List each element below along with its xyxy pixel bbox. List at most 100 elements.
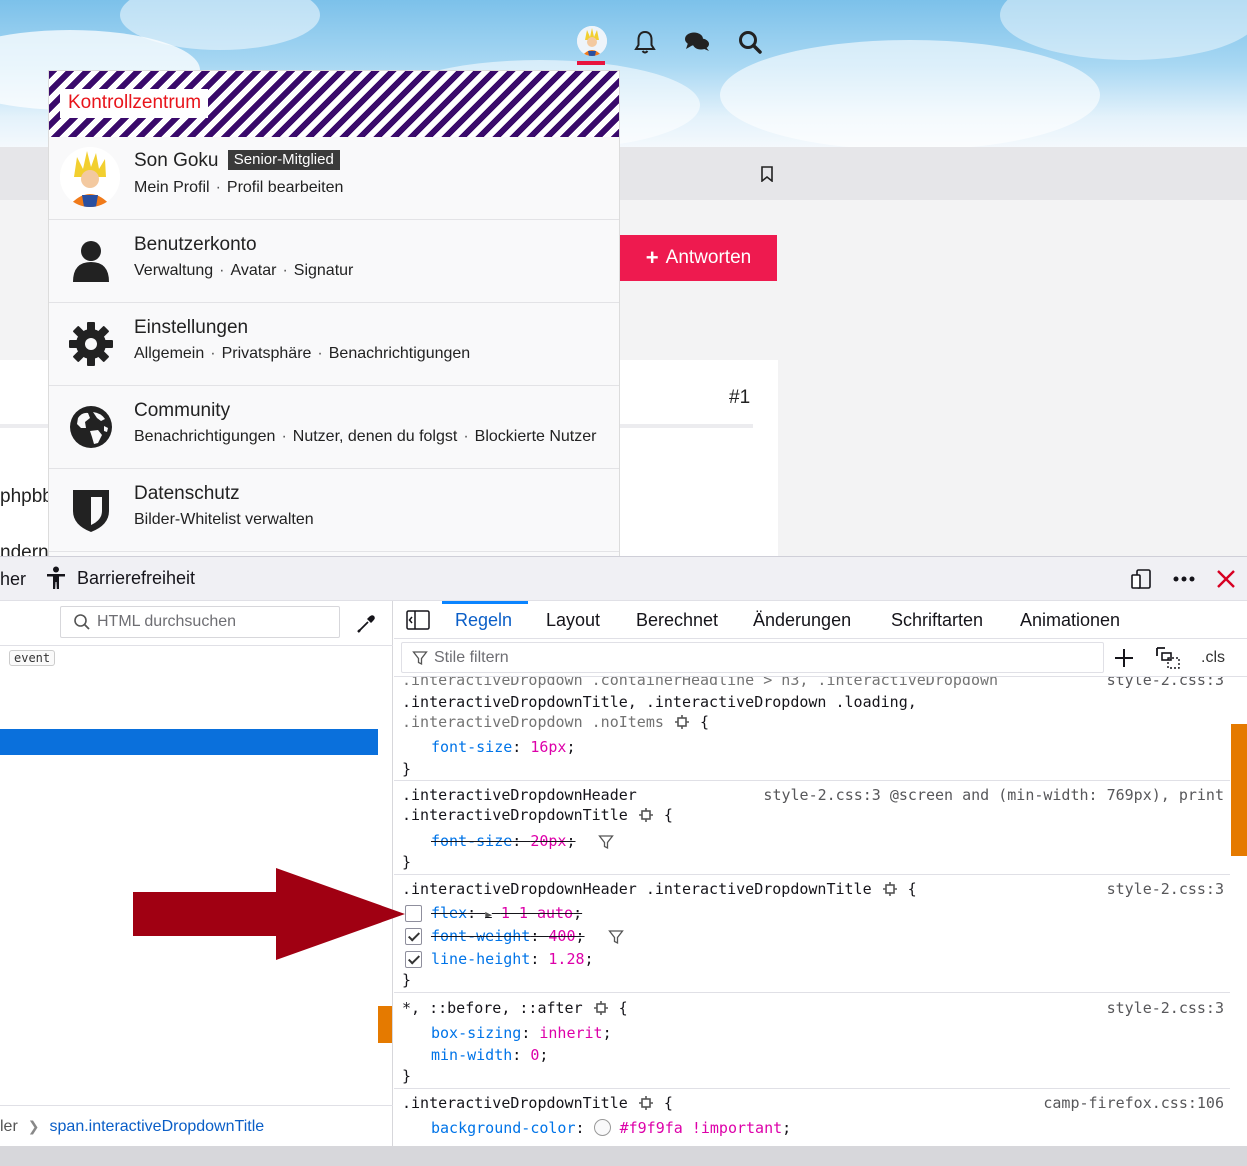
close-icon[interactable] (1215, 568, 1237, 590)
dropdown-item-title[interactable]: Einstellungen (134, 317, 248, 339)
property-value[interactable]: inherit (539, 1024, 602, 1042)
property-value[interactable]: 400 (548, 927, 575, 945)
node-highlight-icon[interactable] (593, 1001, 608, 1015)
post-number[interactable]: #1 (729, 387, 750, 409)
filter-icon[interactable] (608, 929, 624, 945)
tab-fonts[interactable]: Schriftarten (891, 610, 983, 631)
html-search-input[interactable]: HTML durchsuchen (60, 606, 340, 638)
link-avatar[interactable]: Avatar (231, 262, 277, 279)
property-name[interactable]: font-weight (431, 927, 530, 945)
rule-selector[interactable]: .interactiveDropdown .noItems (402, 713, 664, 731)
declaration-checkbox[interactable] (405, 928, 422, 945)
dropdown-item-title[interactable]: Community (134, 400, 230, 422)
node-highlight-icon[interactable] (638, 808, 653, 822)
toggle-pane-icon[interactable] (406, 610, 430, 630)
search-icon[interactable] (736, 28, 764, 56)
property-name[interactable]: line-height (431, 950, 530, 968)
property-value[interactable]: 1 1 auto (501, 904, 573, 922)
chat-icon[interactable] (683, 28, 711, 56)
responsive-design-icon[interactable] (1129, 567, 1153, 591)
rule-source[interactable]: style-2.css:3 (1107, 880, 1224, 898)
tab-layout[interactable]: Layout (546, 610, 600, 631)
dropdown-item-community[interactable]: Community Benachrichtigungen · Nutzer, den… (49, 386, 619, 469)
property-value[interactable]: 1.28 (548, 950, 584, 968)
color-swatch[interactable] (593, 1119, 611, 1136)
more-options-icon[interactable] (1171, 567, 1197, 591)
link-my-profile[interactable]: Mein Profil (134, 179, 210, 196)
user-avatar[interactable] (577, 26, 607, 56)
bell-icon[interactable] (631, 28, 659, 56)
user-name[interactable]: Son Goku (134, 150, 219, 171)
link-community-notifications[interactable]: Benachrichtigungen (134, 428, 275, 445)
property-name[interactable]: font-size (431, 738, 512, 756)
rule-selector[interactable]: .interactiveDropdown .containerHeadline … (402, 677, 998, 689)
breadcrumb-item[interactable]: ler (0, 1118, 18, 1136)
tab-accessibility[interactable]: Barrierefreiheit (45, 566, 195, 590)
filter-icon[interactable] (598, 834, 614, 850)
link-blocked-users[interactable]: Blockierte Nutzer (475, 428, 597, 445)
dropdown-item-privacy[interactable]: Datenschutz Bilder-Whitelist verwalten (49, 469, 619, 552)
rule-selector[interactable]: .interactiveDropdownTitle (402, 806, 628, 824)
expand-triangle-icon[interactable]: ▶ (485, 908, 492, 921)
selected-node-row[interactable] (0, 729, 378, 755)
tab-changes[interactable]: Änderungen (753, 610, 851, 631)
link-following[interactable]: Nutzer, denen du folgst (293, 428, 458, 445)
property-name[interactable]: font-size (431, 832, 512, 850)
property-name[interactable]: background-color (431, 1119, 576, 1137)
dropdown-item-settings[interactable]: Einstellungen Allgemein · Privatsphäre · Ben… (49, 303, 619, 386)
link-notifications[interactable]: Benachrichtigungen (329, 345, 470, 362)
rule-selector[interactable]: .interactiveDropdownTitle, .interactiveD… (402, 693, 917, 711)
declaration[interactable]: min-width: 0; (431, 1046, 548, 1064)
property-value[interactable]: 0 (530, 1046, 539, 1064)
rule-source[interactable]: style-2.css:3 @screen and (min-width: 76… (763, 786, 1224, 804)
user-avatar-large[interactable] (60, 147, 120, 207)
dropdown-item-title[interactable]: Datenschutz (134, 483, 240, 505)
rule-selector[interactable]: .interactiveDropdownHeader (402, 786, 637, 804)
reply-button[interactable]: + Antworten (620, 235, 777, 281)
node-highlight-icon[interactable] (638, 1096, 653, 1110)
overridden-declaration[interactable]: font-weight: 400; (431, 927, 585, 945)
print-simulation-icon[interactable] (1155, 646, 1181, 670)
rule-source[interactable]: camp-firefox.css:106 (1043, 1094, 1224, 1112)
declaration[interactable]: line-height: 1.28; (431, 950, 594, 968)
rule-selector[interactable]: .interactiveDropdownTitle (402, 1094, 628, 1112)
bottom-scrollbar[interactable] (0, 1146, 1247, 1166)
property-name[interactable]: flex (431, 904, 467, 922)
node-highlight-icon[interactable] (882, 882, 897, 896)
link-signature[interactable]: Signatur (294, 262, 354, 279)
declaration[interactable]: background-color: #f9f9fa !important; (431, 1119, 791, 1137)
tab-rules[interactable]: Regeln (455, 610, 512, 631)
tab-animations[interactable]: Animationen (1020, 610, 1120, 631)
add-rule-icon[interactable] (1113, 647, 1135, 669)
dropdown-item-title[interactable]: Benutzerkonto (134, 234, 257, 256)
declaration[interactable]: font-size: 16px; (431, 738, 576, 756)
dropdown-item-account[interactable]: Benutzerkonto Verwaltung · Avatar · Signatur (49, 220, 619, 303)
property-value[interactable]: 20px (530, 832, 566, 850)
tab-computed[interactable]: Berechnet (636, 610, 718, 631)
breadcrumb-current[interactable]: span.interactiveDropdownTitle (50, 1118, 265, 1136)
rule-selector[interactable]: *, ::before, ::after (402, 999, 583, 1017)
filter-styles-input[interactable]: Stile filtern (401, 642, 1104, 673)
declaration-checkbox[interactable] (405, 905, 422, 922)
link-general[interactable]: Allgemein (134, 345, 204, 362)
property-value[interactable]: 16px (530, 738, 566, 756)
devtools-tab-fragment[interactable]: her (0, 569, 26, 590)
property-name[interactable]: min-width (431, 1046, 512, 1064)
bookmark-icon[interactable] (760, 166, 774, 182)
link-manage[interactable]: Verwaltung (134, 262, 213, 279)
link-privacy[interactable]: Privatsphäre (222, 345, 312, 362)
cls-toggle[interactable]: .cls (1201, 649, 1225, 667)
declaration[interactable]: box-sizing: inherit; (431, 1024, 612, 1042)
link-edit-profile[interactable]: Profil bearbeiten (227, 179, 344, 196)
declaration-checkbox[interactable] (405, 951, 422, 968)
property-name[interactable]: box-sizing (431, 1024, 521, 1042)
dropdown-user-row[interactable]: Son Goku Senior-Mitglied Mein Profil · Pro… (49, 137, 619, 220)
rule-source[interactable]: style-2.css:3 (1107, 677, 1224, 689)
node-highlight-icon[interactable] (674, 715, 689, 729)
overridden-declaration[interactable]: font-size: 20px; (431, 832, 576, 850)
rule-selector[interactable]: .interactiveDropdownHeader .interactiveD… (402, 880, 872, 898)
rule-source[interactable]: style-2.css:3 (1107, 999, 1224, 1017)
event-badge[interactable]: event (9, 650, 56, 666)
disabled-declaration[interactable]: flex: ▶ 1 1 auto; (431, 904, 582, 922)
eyedropper-icon[interactable] (355, 611, 379, 635)
